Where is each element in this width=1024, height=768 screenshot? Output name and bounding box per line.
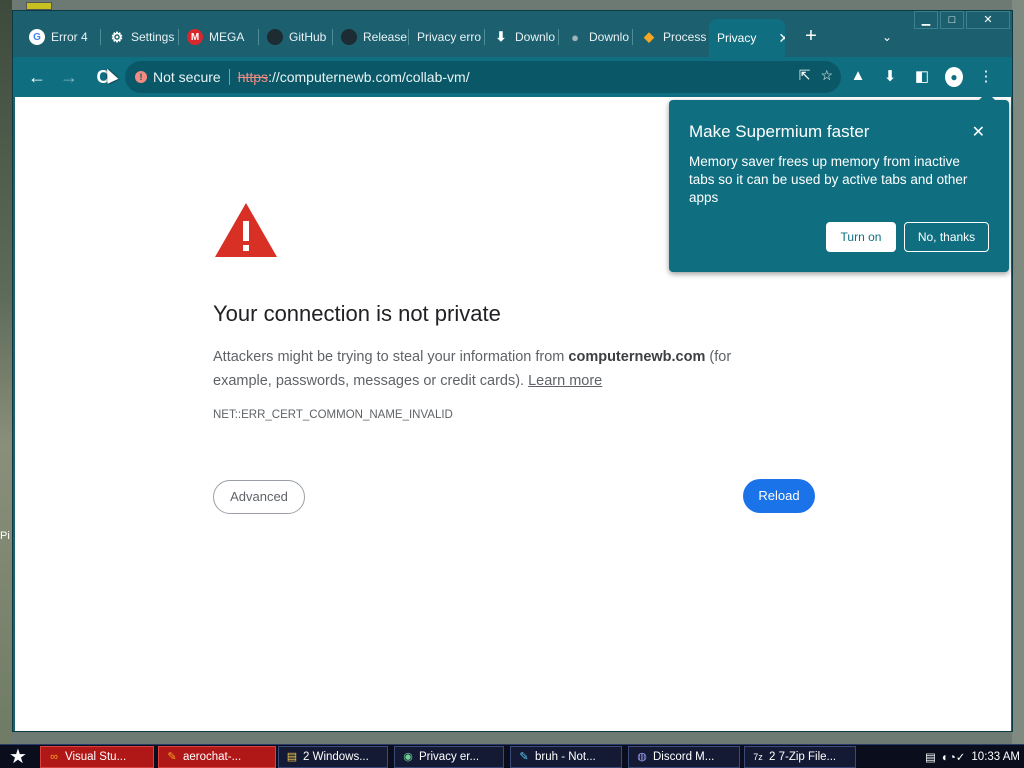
desktop-background-right [1012, 0, 1024, 744]
bookmark-star-icon[interactable]: ☆ [820, 67, 833, 84]
taskbar-item-notepad[interactable]: ✎ bruh - Not... [510, 746, 622, 768]
tab-privacy-error[interactable]: Privacy erro [409, 23, 485, 51]
taskbar-item-visual-studio[interactable]: ∞ Visual Stu... [40, 746, 154, 768]
address-bar[interactable]: ! Not secure https ://computernewb.com/c… [125, 61, 841, 93]
globe-icon: ● [571, 29, 579, 45]
close-icon[interactable]: ✕ [972, 122, 985, 142]
tab-process[interactable]: ◆ Process [633, 23, 709, 51]
download-icon[interactable]: ⬇ [881, 67, 899, 87]
tab-label: MEGA [209, 30, 245, 44]
tab-privacy-active[interactable]: Privacy ✕ [709, 19, 785, 57]
taskbar-item-windows[interactable]: ▤ 2 Windows... [278, 746, 388, 768]
tab-error[interactable]: G Error 4 [21, 23, 101, 51]
notepad-icon: ✎ [519, 751, 529, 763]
popup-body: Memory saver frees up memory from inacti… [689, 154, 968, 205]
url-scheme: https [237, 69, 269, 85]
window-controls: ▁ □ ✕ [914, 11, 1010, 29]
memory-saver-popup: Make Supermium faster ✕ Memory saver fre… [669, 92, 1009, 272]
tab-label: Process [663, 30, 707, 44]
minimize-button[interactable]: ▁ [914, 11, 938, 29]
7zip-icon: 7z [753, 752, 763, 762]
visual-studio-icon: ∞ [50, 751, 58, 763]
new-tab-button[interactable]: + [801, 26, 821, 47]
taskbar: ★ ∞ Visual Stu... ✎ aerochat-... ▤ 2 Win… [0, 744, 1024, 768]
tab-label: Privacy [717, 31, 757, 45]
back-button[interactable]: ← [25, 65, 49, 89]
labs-icon[interactable]: ▲ [849, 67, 867, 87]
side-panel-icon[interactable]: ◧ [913, 67, 931, 87]
start-button[interactable]: ★ [4, 746, 32, 768]
tab-settings[interactable]: ⚙ Settings [101, 23, 179, 51]
system-tray: ▤ ◐◔✓ 10:33 AM [925, 745, 1020, 768]
tab-label: Error 4 [51, 30, 88, 44]
folder-icon: ▤ [286, 751, 298, 763]
page-title: Your connection is not private [213, 301, 501, 326]
tab-label: Downlo [589, 30, 630, 44]
google-icon: G [29, 29, 45, 45]
desktop-side-text: Pi [0, 530, 10, 542]
tab-label: Downlo [515, 30, 556, 44]
turn-on-button[interactable]: Turn on [826, 222, 896, 252]
forward-button[interactable]: → [57, 65, 81, 89]
clock[interactable]: 10:33 AM [971, 751, 1020, 763]
desktop-icon[interactable] [26, 2, 52, 10]
tab-download-2[interactable]: ● Downlo [559, 23, 633, 51]
tab-github[interactable]: GitHub [259, 23, 333, 51]
learn-more-link[interactable]: Learn more [528, 373, 602, 389]
tray-icons[interactable]: ◐◔✓ [942, 750, 966, 764]
taskbar-item-7zip[interactable]: 7z 2 7-Zip File... [744, 746, 856, 768]
keyboard-icon[interactable]: ▤ [925, 750, 936, 764]
url-text: ://computernewb.com/collab-vm/ [268, 69, 470, 85]
github-icon [267, 29, 283, 45]
tab-label: GitHub [289, 30, 327, 44]
warning-icon[interactable]: ! [135, 71, 147, 83]
tab-label: Settings [131, 30, 175, 44]
github-icon [341, 29, 357, 45]
tab-mega[interactable]: M MEGA [179, 23, 259, 51]
security-indicator[interactable]: Not secure [153, 69, 221, 85]
desktop-background-left [0, 0, 12, 744]
gear-icon: ⚙ [110, 28, 124, 45]
download-icon: ⬇ [495, 29, 507, 44]
browser-toolbar: ← → C ! Not secure https ://computernewb… [13, 57, 1012, 97]
menu-icon[interactable]: ⋮ [977, 67, 995, 87]
popup-title: Make Supermium faster [689, 122, 870, 141]
browser-icon: ◉ [403, 751, 413, 763]
mega-icon: M [187, 29, 203, 45]
warning-triangle-icon [215, 203, 277, 257]
taskbar-item-aerochat[interactable]: ✎ aerochat-... [158, 746, 276, 768]
tab-download-1[interactable]: ⬇ Downlo [485, 23, 559, 51]
error-code: NET::ERR_CERT_COMMON_NAME_INVALID [213, 409, 453, 421]
tab-label: Privacy erro [417, 30, 482, 44]
share-icon[interactable]: ⇱ [799, 67, 811, 84]
profile-icon[interactable]: ● [945, 67, 963, 87]
maximize-button[interactable]: □ [940, 11, 964, 29]
tab-strip: G Error 4 ⚙ Settings M MEGA GitHub Relea… [13, 11, 1012, 57]
no-thanks-button[interactable]: No, thanks [904, 222, 989, 252]
toolbar-actions: ▲ ⬇ ◧ ● ⋮ [849, 67, 995, 87]
discord-icon: ◍ [637, 751, 647, 763]
taskbar-item-privacy-error[interactable]: ◉ Privacy er... [394, 746, 504, 768]
process-icon: ◆ [644, 29, 654, 44]
taskbar-item-discord[interactable]: ◍ Discord M... [628, 746, 740, 768]
domain-name: computernewb.com [568, 349, 706, 365]
error-description: Attackers might be trying to steal your … [213, 349, 732, 389]
tab-close-icon[interactable]: ✕ [778, 30, 785, 47]
reload-page-button[interactable]: Reload [743, 479, 815, 513]
advanced-button[interactable]: Advanced [213, 480, 305, 514]
tab-label: Release [363, 30, 408, 44]
tab-search-button[interactable]: ⌄ [877, 27, 897, 47]
tab-release[interactable]: Release [333, 23, 409, 51]
close-window-button[interactable]: ✕ [966, 11, 1010, 29]
aerochat-icon: ✎ [167, 751, 177, 763]
